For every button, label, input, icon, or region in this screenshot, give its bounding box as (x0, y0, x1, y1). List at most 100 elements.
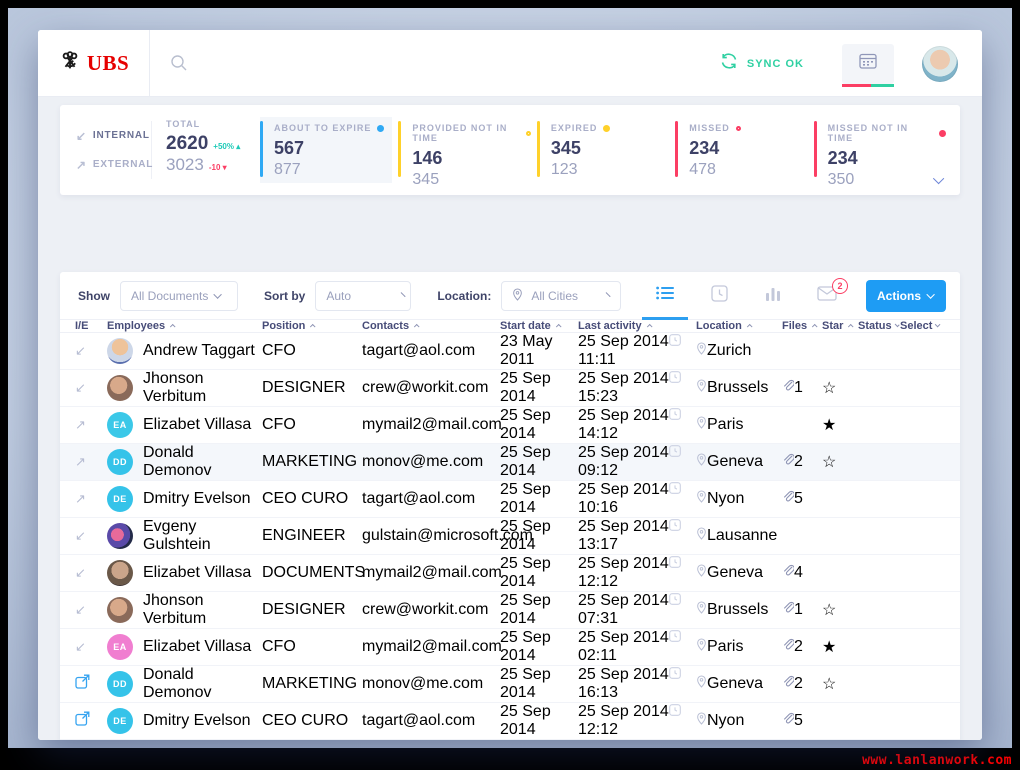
table-row[interactable]: ↙ Elizabet Villasa DOCUMENTS mymail2@mail.c… (60, 555, 960, 592)
position-cell: MARKETING (262, 675, 358, 692)
avatar[interactable] (107, 560, 133, 586)
table-row[interactable]: DD Donald Demonov MARKETING monov@me.com 25 … (60, 666, 960, 703)
stat-card-label: EXPIRED (551, 123, 669, 133)
contact-email: mymail2@mail.com (362, 416, 502, 433)
pin-icon (696, 675, 707, 692)
avatar[interactable]: DE (107, 486, 133, 512)
column-header-contacts[interactable]: Contacts (362, 320, 500, 332)
external-link-icon[interactable] (75, 674, 90, 693)
table-row[interactable]: ↙ Jhonson Verbitum DESIGNER crew@workit.com… (60, 370, 960, 407)
internal-legend[interactable]: ↙ INTERNAL (76, 129, 151, 143)
avatar[interactable]: DE (107, 708, 133, 734)
table-row[interactable]: ↗ EA Elizabet Villasa CFO mymail2@mail.com 25… (60, 407, 960, 444)
actions-button[interactable]: Actions (866, 279, 946, 312)
employee-cell: DE Dmitry Evelson (107, 708, 262, 734)
internal-arrow-icon: ↙ (75, 565, 86, 580)
star-filled-icon[interactable]: ★ (822, 639, 836, 656)
employee-name: Jhonson Verbitum (143, 592, 207, 627)
star-outline-icon[interactable]: ☆ (822, 602, 836, 619)
files-cell: 2 (782, 453, 822, 471)
view-schedule-button[interactable] (692, 272, 746, 320)
stat-card-about-to-expire[interactable]: ABOUT TO EXPIRE 567 877 (260, 117, 393, 183)
last-activity-time: 02:11 (578, 647, 617, 664)
column-header-star[interactable]: Star (822, 320, 858, 332)
stat-card-accent-bar (813, 121, 817, 177)
table-row[interactable]: ↗ DD Donald Demonov MARKETING monov@me.com 25… (60, 444, 960, 481)
column-header-status[interactable]: Status (858, 320, 900, 332)
star-cell: ★ (822, 415, 858, 435)
location-name: Brussels (707, 601, 769, 618)
stat-card-expired[interactable]: EXPIRED 345 123 (536, 117, 669, 183)
last-activity-date: 25 Sep 2014 (578, 518, 669, 535)
clock-icon (668, 555, 681, 572)
paperclip-icon (782, 490, 795, 507)
messages-button[interactable]: 2 (800, 272, 854, 320)
star-filled-icon[interactable]: ★ (822, 417, 836, 434)
table-row[interactable]: ↙ Andrew Taggart CFO tagart@aol.com 23 May 2… (60, 333, 960, 370)
stat-card-accent-bar (536, 121, 540, 177)
external-legend[interactable]: ↗ EXTERNAL (76, 157, 152, 172)
pin-icon (696, 601, 707, 618)
stat-card-value-primary: 146 (412, 148, 443, 168)
stats-panel: ↙ INTERNAL ↗ EXTERNAL TOTAL 2620 +50% ▴ … (60, 105, 960, 195)
user-avatar[interactable] (922, 45, 958, 82)
avatar[interactable] (107, 523, 133, 549)
column-header-last-activity[interactable]: Last activity (578, 320, 696, 332)
column-header-select[interactable]: Select (900, 320, 945, 332)
paperclip-icon (782, 601, 795, 618)
column-header-start-date[interactable]: Start date (500, 320, 578, 332)
sync-status[interactable]: SYNC OK (719, 52, 804, 75)
pin-icon (696, 379, 707, 396)
stat-card-value-secondary: 478 (689, 161, 716, 179)
avatar[interactable] (107, 597, 133, 623)
avatar[interactable] (107, 338, 133, 364)
start-date-cell: 25 Sep 2014 (500, 555, 551, 590)
table-body: ↙ Andrew Taggart CFO tagart@aol.com 23 May 2… (60, 333, 960, 740)
location-select[interactable]: All Cities (501, 280, 622, 311)
stat-card-label: ABOUT TO EXPIRE (274, 123, 392, 133)
avatar[interactable]: DD (107, 449, 133, 475)
column-header-files[interactable]: Files (782, 320, 822, 332)
calendar-button[interactable] (842, 43, 894, 87)
table-row[interactable]: ↗ DE Dmitry Evelson CEO CURO tagart@aol.com 2… (60, 481, 960, 518)
sort-select[interactable]: Auto (315, 280, 412, 311)
table-row[interactable]: ↙ EA Elizabet Villasa CFO mymail2@mail.com 25… (60, 629, 960, 666)
stat-card-missed-not-in-time[interactable]: MISSED NOT IN TIME 234 350 (813, 117, 947, 188)
avatar[interactable] (107, 375, 133, 401)
table-row[interactable]: ↙ Evgeny Gulshtein ENGINEER gulstain@micros… (60, 518, 960, 555)
avatar[interactable]: EA (107, 634, 133, 660)
avatar[interactable]: EA (107, 412, 133, 438)
search-icon[interactable] (170, 54, 188, 77)
star-cell: ☆ (822, 452, 858, 472)
table-row[interactable]: ↙ Jhonson Verbitum DESIGNER crew@workit.com… (60, 592, 960, 629)
stats-expand-chevron-icon[interactable] (932, 171, 945, 189)
position-cell: DOCUMENTS (262, 564, 366, 581)
star-outline-icon[interactable]: ☆ (822, 380, 836, 397)
column-header-location[interactable]: Location (696, 320, 782, 332)
avatar[interactable]: DD (107, 671, 133, 697)
external-arrow-icon: ↗ (76, 157, 87, 172)
view-list-button[interactable] (638, 272, 692, 320)
star-outline-icon[interactable]: ☆ (822, 454, 836, 471)
position-cell: CFO (262, 638, 296, 655)
column-header-employees[interactable]: Employees (107, 320, 262, 332)
column-header-position[interactable]: Position (262, 320, 362, 332)
stat-card-title: PROVIDED NOT IN TIME (412, 123, 508, 143)
last-activity-date: 25 Sep 2014 (578, 666, 669, 683)
paperclip-icon (782, 712, 795, 729)
view-chart-button[interactable] (746, 272, 800, 320)
internal-arrow-icon: ↙ (76, 128, 87, 143)
files-count: 1 (794, 601, 803, 618)
sort-up-icon (848, 323, 854, 330)
ubs-logo-text: UBS (86, 51, 130, 75)
star-outline-icon[interactable]: ☆ (822, 676, 836, 693)
show-select[interactable]: All Documents (120, 280, 238, 311)
sort-up-icon (310, 323, 316, 330)
table-row[interactable]: DE Dmitry Evelson CEO CURO tagart@aol.com 25… (60, 703, 960, 740)
star-cell: ☆ (822, 600, 858, 620)
stat-card-missed[interactable]: MISSED 234 478 (675, 117, 807, 183)
external-link-icon[interactable] (75, 711, 90, 730)
employee-name: Elizabet Villasa (143, 638, 252, 655)
stat-card-provided-not-in-time[interactable]: PROVIDED NOT IN TIME 146 345 (398, 117, 531, 188)
ie-cell (75, 674, 107, 694)
